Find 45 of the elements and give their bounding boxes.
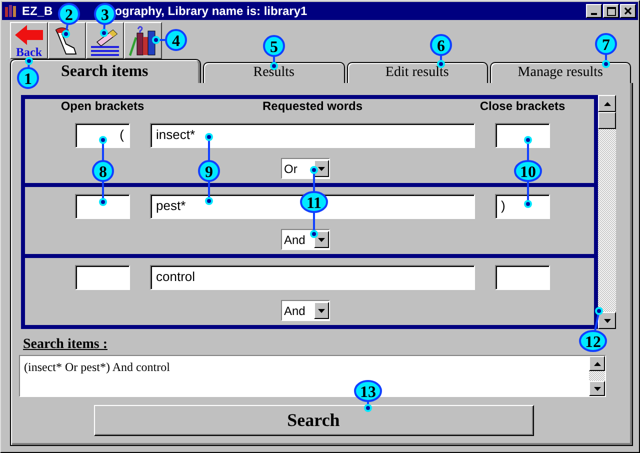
- scroll-down-button[interactable]: [598, 312, 616, 329]
- window-title: ography, Library name is: library1: [114, 4, 308, 18]
- books-help-button[interactable]: [124, 22, 162, 59]
- up-arrow-icon: [604, 102, 610, 106]
- close-bracket-field[interactable]: [495, 265, 550, 290]
- open-bracket-field[interactable]: [75, 194, 130, 219]
- minimize-button[interactable]: [586, 4, 602, 18]
- tab[interactable]: Edit results: [346, 62, 488, 83]
- eraser-button[interactable]: [86, 22, 124, 59]
- down-arrow-icon: [594, 386, 600, 390]
- close-bracket-field[interactable]: [495, 123, 550, 148]
- operator-dropdown[interactable]: Or: [281, 158, 330, 179]
- maximize-button[interactable]: [603, 4, 619, 18]
- close-button[interactable]: [620, 4, 636, 18]
- operator-dropdown[interactable]: And: [281, 300, 330, 321]
- search-button[interactable]: Search: [94, 405, 534, 436]
- back-arrow-icon: [13, 24, 45, 46]
- column-header: Requested words: [262, 99, 363, 113]
- dropdown-arrow-icon: [318, 166, 325, 170]
- maximize-icon: [606, 6, 616, 16]
- dropdown-arrow-icon: [318, 308, 325, 312]
- window-title: EZ_B: [22, 4, 53, 18]
- word-field[interactable]: control: [150, 265, 475, 290]
- close-bracket-field[interactable]: ): [495, 194, 550, 219]
- close-icon: [624, 7, 632, 15]
- vertical-scrollbar[interactable]: [598, 95, 616, 329]
- search-items-label: Search items :: [23, 337, 108, 353]
- up-arrow-icon: [594, 362, 600, 366]
- books-icon: [4, 4, 18, 18]
- scroll-up-button[interactable]: [589, 356, 605, 371]
- back-button[interactable]: Back: [10, 22, 48, 59]
- scroll-down-button[interactable]: [589, 381, 605, 396]
- pointer-hand-button[interactable]: [48, 22, 86, 59]
- dropdown-arrow-icon: [318, 238, 325, 242]
- down-arrow-icon: [604, 318, 610, 322]
- column-header: Open brackets: [60, 99, 144, 113]
- open-bracket-field[interactable]: [75, 265, 130, 290]
- scroll-up-button[interactable]: [598, 95, 616, 112]
- tab[interactable]: Results: [203, 62, 344, 83]
- open-bracket-field[interactable]: (: [75, 123, 130, 148]
- tab[interactable]: Manage results: [490, 62, 631, 83]
- column-header: Close brackets: [480, 99, 566, 113]
- word-field[interactable]: insect*: [150, 123, 475, 148]
- scroll-thumb[interactable]: [598, 112, 616, 129]
- operator-dropdown[interactable]: And: [281, 229, 330, 250]
